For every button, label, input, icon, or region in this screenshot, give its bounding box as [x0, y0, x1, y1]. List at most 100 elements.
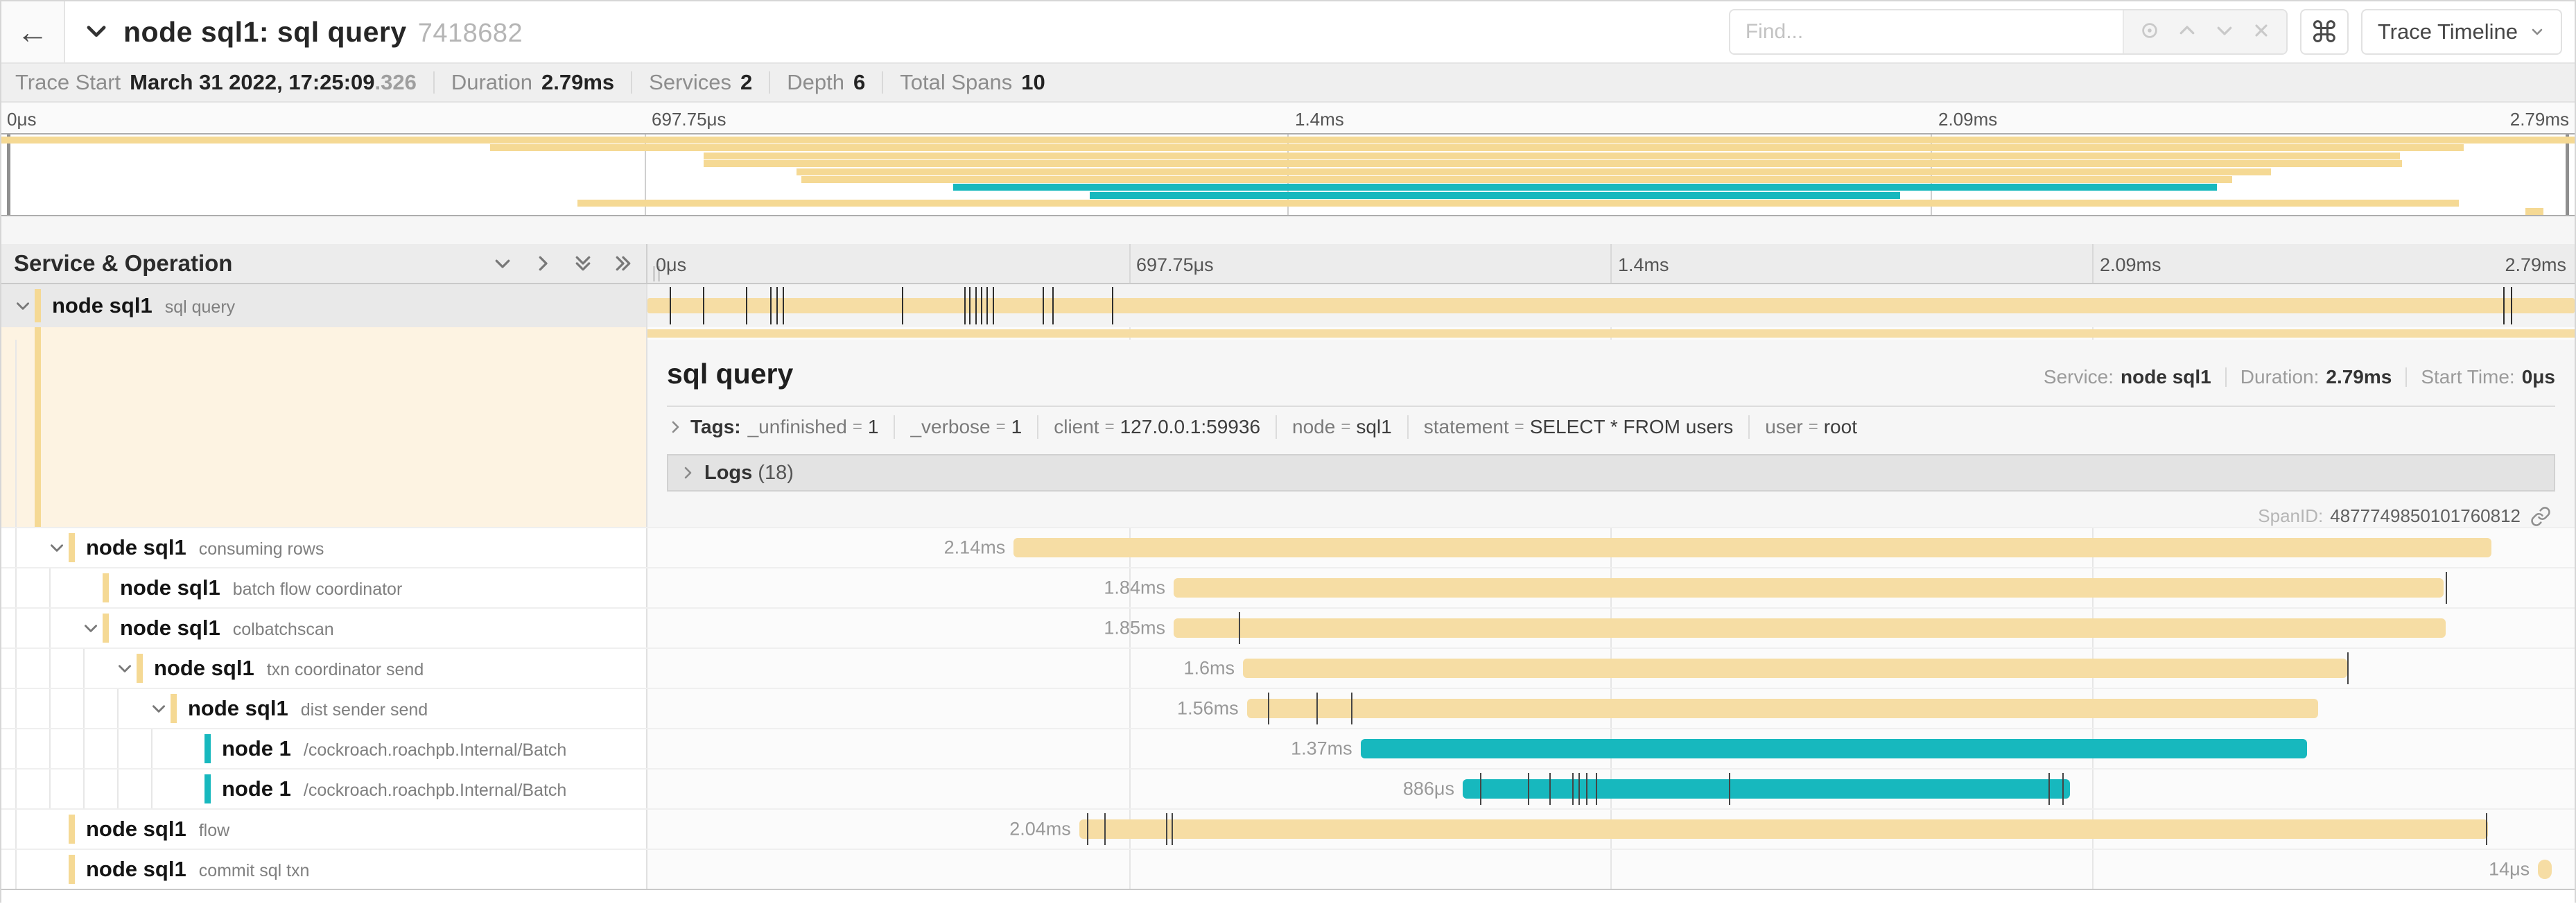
span-name[interactable]: node sql1consuming rows [86, 535, 324, 560]
span-name[interactable]: node sql1flow [86, 817, 229, 842]
timeline-cell[interactable]: 1.56ms [647, 689, 2575, 728]
span-color-stripe [204, 774, 211, 803]
tree-cell[interactable]: node sql1dist sender send [1, 689, 647, 728]
span-bar[interactable] [1361, 739, 2307, 758]
deep-link-icon[interactable] [2530, 506, 2551, 527]
metadata-separator [882, 71, 883, 94]
span-operation: /cockroach.roachpb.Internal/Batch [304, 781, 566, 801]
find-clear-close-icon[interactable] [2252, 21, 2271, 44]
find-prev-chevron-up-icon[interactable] [2177, 20, 2198, 44]
span-name[interactable]: node sql1batch flow coordinator [120, 575, 402, 600]
tree-guide-line [15, 770, 17, 808]
timeline-cell[interactable]: 1.84ms [647, 568, 2575, 607]
match-locate-icon[interactable] [2139, 20, 2160, 44]
chevron-down-icon[interactable] [14, 297, 32, 315]
tree-cell[interactable]: node sql1consuming rows [1, 528, 647, 567]
span-name[interactable]: node 1/cockroach.roachpb.Internal/Batch [222, 736, 566, 761]
span-rows-region: node sql1 sql query [1, 284, 2575, 889]
log-tick [1112, 287, 1113, 324]
tree-cell-sql-query[interactable]: node sql1 sql query [1, 284, 647, 327]
minimap-span-bar [1, 137, 2575, 144]
tree-cell[interactable]: node 1/cockroach.roachpb.Internal/Batch [1, 729, 647, 768]
timeline-cell[interactable]: 2.04ms [647, 810, 2575, 849]
span-row[interactable]: node sql1dist sender send 1.56ms [1, 688, 2575, 728]
span-row[interactable]: node 1/cockroach.roachpb.Internal/Batch 8… [1, 768, 2575, 808]
span-row[interactable]: node sql1flow 2.04ms [1, 808, 2575, 849]
tree-guide-line [15, 609, 17, 647]
tags-accordion[interactable]: Tags: _unfinished=1_verbose=1client=127.… [667, 407, 2555, 447]
back-button[interactable]: ← [1, 1, 65, 62]
timeline-tick-label: 2.09ms [1938, 109, 1997, 130]
span-name[interactable]: node sql1dist sender send [188, 696, 428, 721]
log-tick [1729, 773, 1730, 805]
span-duration-label: 14μs [2489, 859, 2530, 880]
log-tick [776, 287, 778, 324]
log-tick [969, 287, 971, 324]
chevron-down-icon [2529, 24, 2545, 40]
minimap-left-scrubber[interactable] [7, 134, 10, 215]
span-bar[interactable] [647, 298, 2575, 313]
expand-one-chevron-right-icon[interactable] [532, 253, 553, 274]
span-name[interactable]: node 1/cockroach.roachpb.Internal/Batch [222, 776, 566, 801]
span-name[interactable]: node sql1txn coordinator send [154, 656, 424, 681]
timeline-cell[interactable]: 886μs [647, 770, 2575, 808]
span-row-sql-query[interactable]: node sql1 sql query [1, 284, 2575, 327]
tree-cell[interactable]: node 1/cockroach.roachpb.Internal/Batch [1, 770, 647, 808]
log-tick [1087, 813, 1088, 845]
tree-cell[interactable]: node sql1commit sql txn [1, 850, 647, 889]
detail-header: sql query Service:node sql1 Duration:2.7… [667, 340, 2555, 390]
span-row[interactable]: node sql1batch flow coordinator 1.84ms [1, 567, 2575, 607]
find-input[interactable] [1730, 10, 2123, 53]
log-tick [2511, 287, 2512, 324]
expand-all-double-chevron-right-icon[interactable] [613, 253, 634, 274]
span-bar[interactable] [1247, 699, 2319, 718]
tree-cell[interactable]: node sql1colbatchscan [1, 609, 647, 647]
span-row[interactable]: node 1/cockroach.roachpb.Internal/Batch 1… [1, 728, 2575, 768]
keyboard-shortcuts-button[interactable]: ⌘ [2300, 9, 2349, 55]
tree-guide-line [83, 649, 85, 688]
trace-timeline-view-dropdown[interactable]: Trace Timeline [2361, 9, 2562, 55]
timeline-cell-sql-query[interactable] [647, 284, 2575, 327]
collapse-one-chevron-down-icon[interactable] [492, 253, 513, 274]
logs-accordion[interactable]: Logs (18) [667, 454, 2555, 492]
collapse-all-double-chevron-down-icon[interactable] [573, 253, 593, 274]
span-name[interactable]: node sql1colbatchscan [120, 616, 334, 641]
span-row[interactable]: node sql1colbatchscan 1.85ms [1, 607, 2575, 647]
tree-cell[interactable]: node sql1flow [1, 810, 647, 849]
tree-cell[interactable]: node sql1batch flow coordinator [1, 568, 647, 607]
span-bar[interactable] [1079, 819, 2488, 839]
minimap-right-scrubber[interactable] [2566, 134, 2569, 215]
timeline-cell[interactable]: 14μs [647, 850, 2575, 889]
tree-guide-line [49, 729, 51, 768]
span-bar[interactable] [1174, 578, 2444, 598]
span-bar[interactable] [2538, 860, 2551, 879]
span-row[interactable]: node sql1commit sql txn 14μs [1, 849, 2575, 889]
span-bar[interactable] [1243, 659, 2347, 678]
span-name[interactable]: node sql1commit sql txn [86, 857, 309, 882]
tag-separator [1037, 415, 1038, 439]
chevron-down-icon[interactable] [116, 659, 134, 677]
child-span-rows: node sql1consuming rows2.14msnode sql1ba… [1, 527, 2575, 889]
timeline-cell[interactable]: 1.37ms [647, 729, 2575, 768]
tree-cell[interactable]: node sql1txn coordinator send [1, 649, 647, 688]
span-bar[interactable] [1013, 538, 2491, 557]
timeline-cell[interactable]: 2.14ms [647, 528, 2575, 567]
tag-key: user [1765, 416, 1802, 438]
tag-key: _verbose [910, 416, 990, 438]
span-row[interactable]: node sql1consuming rows 2.14ms [1, 527, 2575, 567]
span-row[interactable]: node sql1txn coordinator send 1.6ms [1, 647, 2575, 688]
span-name[interactable]: node sql1 sql query [52, 293, 235, 318]
timeline-cell[interactable]: 1.6ms [647, 649, 2575, 688]
chevron-down-icon[interactable] [82, 619, 100, 637]
minimap-canvas[interactable] [1, 133, 2575, 216]
collapse-trace-chevron-down-icon[interactable] [83, 19, 110, 45]
span-color-stripe [69, 855, 75, 884]
find-next-chevron-down-icon[interactable] [2214, 20, 2235, 44]
span-bar[interactable] [1174, 618, 2446, 638]
chevron-down-icon[interactable] [150, 699, 168, 718]
detail-left-cell [1, 340, 647, 527]
span-bar[interactable] [1463, 779, 2070, 799]
chevron-down-icon[interactable] [48, 539, 66, 557]
metadata-value: 2 [740, 70, 752, 95]
timeline-cell[interactable]: 1.85ms [647, 609, 2575, 647]
